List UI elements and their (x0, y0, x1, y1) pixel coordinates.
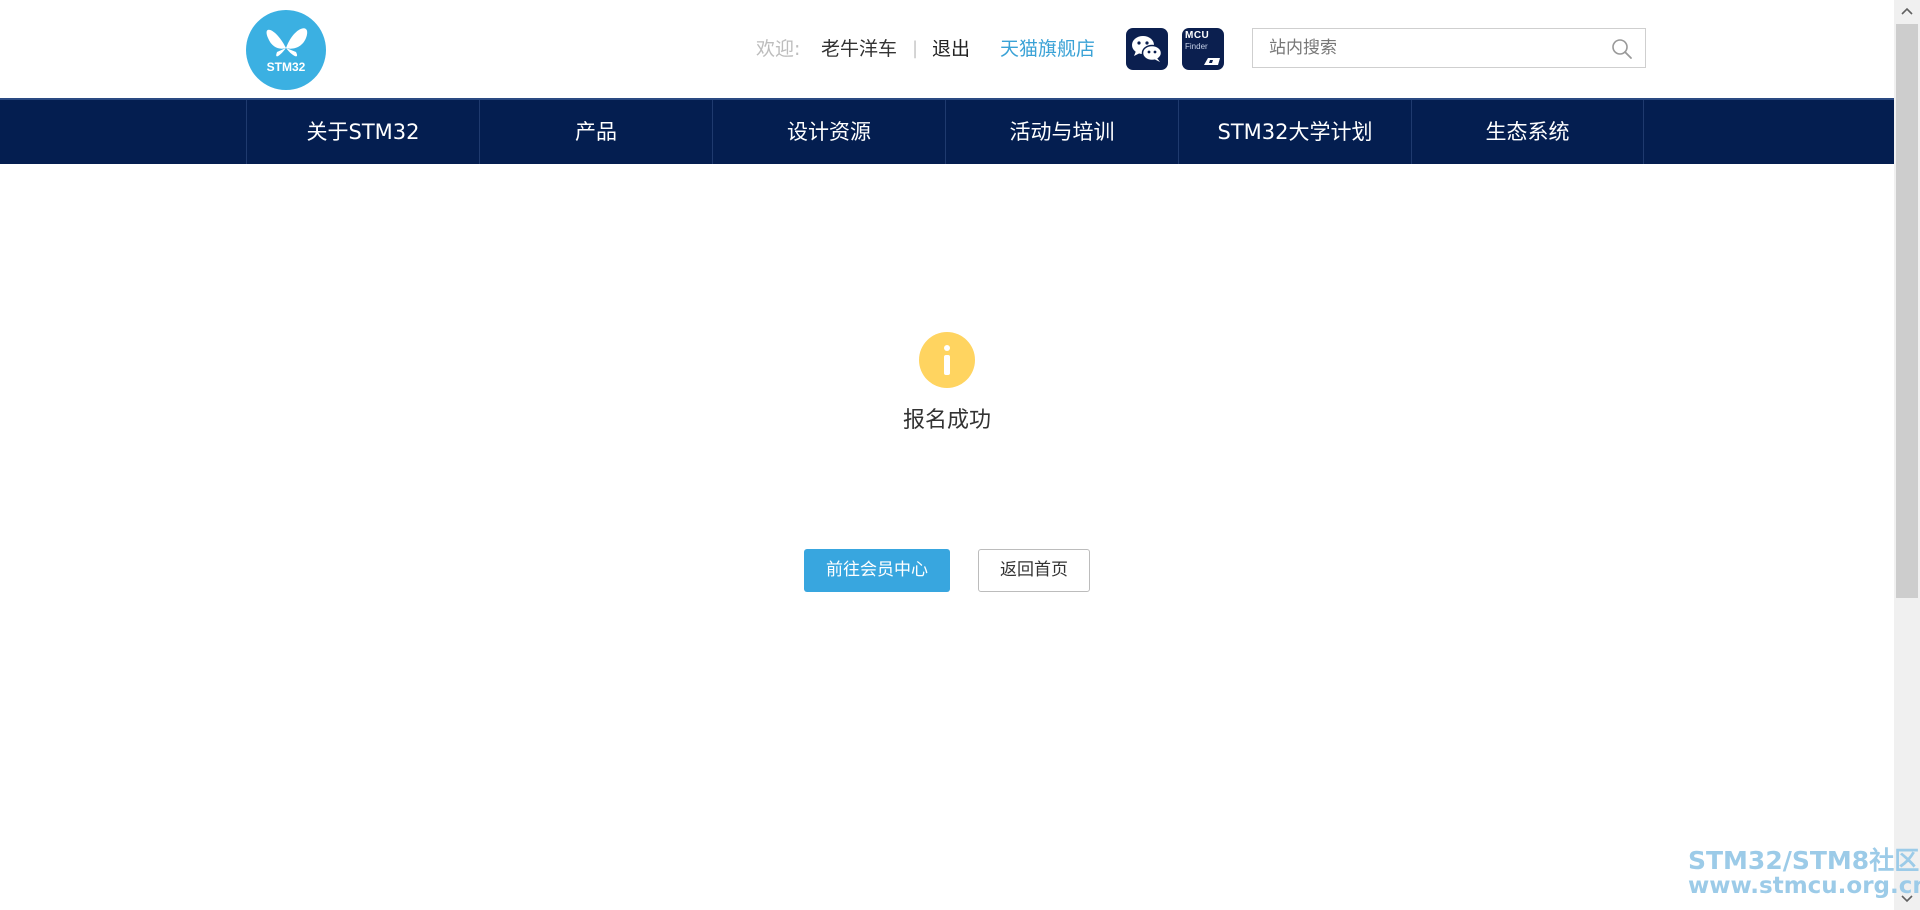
scroll-up-arrow-icon[interactable] (1894, 0, 1920, 24)
info-icon-dot (944, 345, 950, 351)
member-center-button[interactable]: 前往会员中心 (804, 549, 950, 592)
info-icon (919, 332, 975, 388)
nav-item-about-stm32[interactable]: 关于STM32 (246, 100, 479, 164)
nav-items: 关于STM32 产品 设计资源 活动与培训 STM32大学计划 生态系统 (246, 100, 1644, 164)
nav-item-products[interactable]: 产品 (479, 100, 712, 164)
mcu-finder-button[interactable]: MCU Finder (1182, 28, 1224, 70)
watermark-url: www.stmcu.org.cn (1688, 873, 1920, 900)
butterfly-icon (266, 28, 308, 57)
welcome-label: 欢迎: (756, 38, 801, 60)
status-message: 报名成功 (902, 408, 991, 433)
site-header: STM32 欢迎: 老牛洋车 | 退出 天猫旗舰店 MCU Finder (0, 0, 1894, 98)
nav-item-university-program[interactable]: STM32大学计划 (1178, 100, 1411, 164)
tmall-store-link[interactable]: 天猫旗舰店 (1000, 36, 1095, 62)
watermark-title: STM32/STM8社区 (1688, 846, 1920, 875)
username[interactable]: 老牛洋车 (821, 36, 897, 62)
nav-item-design-resources[interactable]: 设计资源 (712, 100, 945, 164)
search-box (1252, 28, 1646, 68)
stm32-logo[interactable]: STM32 (246, 10, 326, 90)
search-icon[interactable] (1611, 38, 1633, 60)
logout-link[interactable]: 退出 (932, 36, 970, 62)
nav-item-events-training[interactable]: 活动与培训 (945, 100, 1178, 164)
wechat-button[interactable] (1126, 28, 1168, 70)
nav-item-ecosystem[interactable]: 生态系统 (1411, 100, 1644, 164)
logo-text: STM32 (266, 60, 306, 74)
search-input[interactable] (1253, 29, 1609, 67)
st-logo-icon (1204, 58, 1220, 65)
back-home-button[interactable]: 返回首页 (978, 549, 1090, 592)
vertical-scrollbar[interactable] (1894, 0, 1920, 910)
header-separator: | (912, 38, 919, 59)
main-nav: 关于STM32 产品 设计资源 活动与培训 STM32大学计划 生态系统 (0, 98, 1894, 164)
wechat-icon (1132, 36, 1163, 62)
info-icon-bar (944, 355, 950, 375)
watermark: STM32/STM8社区 www.stmcu.org.cn (1688, 846, 1920, 900)
scrollbar-thumb[interactable] (1896, 24, 1918, 598)
